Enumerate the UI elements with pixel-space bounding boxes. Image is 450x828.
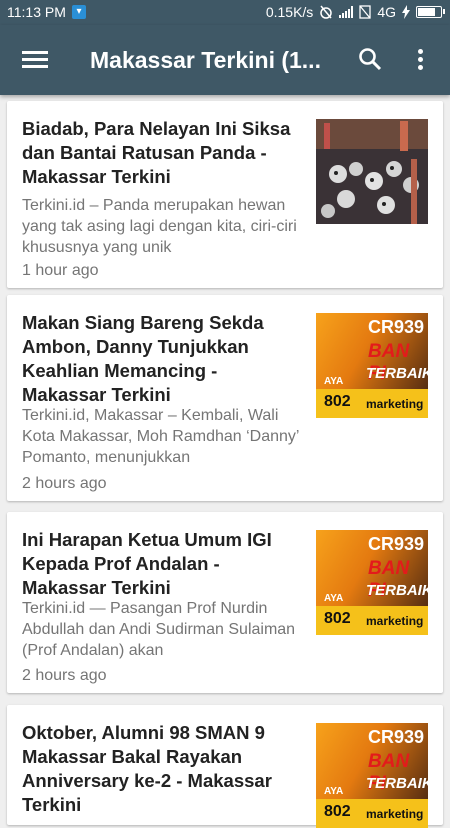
article-title: Makan Siang Bareng Sekda Ambon, Danny Tu…: [22, 312, 264, 405]
more-options-icon[interactable]: [416, 49, 424, 71]
status-time: 11:13 PM: [7, 4, 66, 20]
network-speed: 0.15K/s: [265, 4, 314, 20]
article-title: Biadab, Para Nelayan Ini Siksa dan Banta…: [22, 118, 291, 187]
status-bar: 11:13 PM ▾ 0.15K/s 4G: [0, 0, 450, 25]
article-card[interactable]: Oktober, Alumni 98 SMAN 9 Makassar Bakal…: [7, 705, 443, 828]
article-card[interactable]: Makan Siang Bareng Sekda Ambon, Danny Tu…: [7, 295, 443, 501]
article-card[interactable]: Biadab, Para Nelayan Ini Siksa dan Banta…: [7, 101, 443, 288]
article-time: 2 hours ago: [22, 667, 107, 684]
article-thumbnail-ad: CR939 BAN PI TERBAIK AYA 802 marketing: [316, 313, 428, 418]
shield-icon: ▾: [72, 5, 86, 19]
search-icon[interactable]: [358, 47, 382, 71]
article-snippet: Terkini.id — Pasangan Prof Nurdin Abdull…: [22, 600, 296, 659]
article-card[interactable]: Ini Harapan Ketua Umum IGI Kepada Prof A…: [7, 512, 443, 693]
no-sim-icon: [359, 5, 371, 19]
app-bar: Makassar Terkini (1...: [0, 25, 450, 95]
article-thumbnail-panda: [316, 119, 428, 224]
article-time: 2 hours ago: [22, 475, 107, 492]
alarm-off-icon: [320, 5, 333, 19]
signal-icon: [339, 6, 354, 18]
article-time: 1 hour ago: [22, 262, 99, 279]
page-title: Makassar Terkini (1...: [90, 47, 321, 73]
article-thumbnail-ad: CR939 BAN PI TERBAIK AYA 802 marketing: [316, 723, 428, 828]
article-title: Oktober, Alumni 98 SMAN 9 Makassar Bakal…: [22, 722, 272, 815]
article-snippet: Terkini.id, Makassar – Kembali, Wali Kot…: [22, 407, 299, 466]
article-snippet: Terkini.id – Panda merupakan hewan yang …: [22, 197, 297, 256]
article-thumbnail-ad: CR939 BAN PI TERBAIK AYA 802 marketing: [316, 530, 428, 635]
battery-icon: [416, 6, 445, 18]
charging-icon: [402, 5, 410, 19]
menu-icon[interactable]: [22, 51, 48, 69]
article-title: Ini Harapan Ketua Umum IGI Kepada Prof A…: [22, 529, 272, 598]
network-type: 4G: [377, 4, 396, 20]
